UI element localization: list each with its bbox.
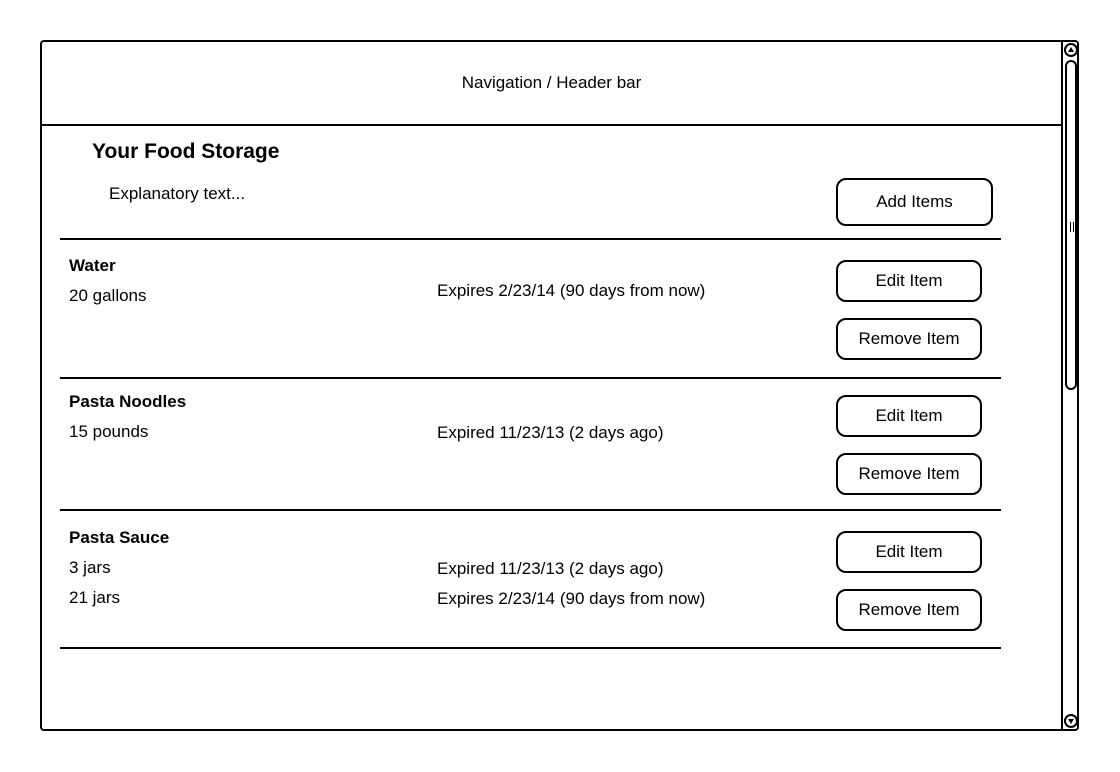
remove-item-button[interactable]: Remove Item [836,589,982,631]
edit-item-button[interactable]: Edit Item [836,395,982,437]
item-expiry: Expired 11/23/13 (2 days ago) [437,559,664,578]
item-expiry: Expires 2/23/14 (90 days from now) [437,589,706,608]
item-quantity: 15 pounds [69,422,149,441]
page-title: Your Food Storage [92,140,280,163]
vertical-scrollbar[interactable] [1061,42,1079,729]
scroll-down-icon[interactable] [1064,714,1078,728]
divider [60,647,1001,649]
navigation-header: Navigation / Header bar [42,42,1061,126]
add-items-button[interactable]: Add Items [836,178,993,226]
app-window: Navigation / Header bar Your Food Storag… [40,40,1079,731]
divider [60,509,1001,511]
header-title: Navigation / Header bar [461,73,642,92]
item-quantity: 20 gallons [69,286,147,305]
edit-item-button[interactable]: Edit Item [836,531,982,573]
edit-item-button[interactable]: Edit Item [836,260,982,302]
item-name: Pasta Noodles [69,392,187,411]
item-quantity: 3 jars [69,558,111,577]
divider [60,377,1001,379]
item-expiry: Expired 11/23/13 (2 days ago) [437,423,664,442]
scroll-up-icon[interactable] [1064,43,1078,57]
remove-item-button[interactable]: Remove Item [836,453,982,495]
grip-icon [1070,222,1074,232]
divider [60,238,1001,240]
explanatory-text: Explanatory text... [109,184,246,203]
scrollbar-thumb[interactable] [1065,60,1077,390]
item-name: Pasta Sauce [69,528,170,547]
item-quantity: 21 jars [69,588,121,607]
item-expiry: Expires 2/23/14 (90 days from now) [437,281,706,300]
item-name: Water [69,256,116,275]
remove-item-button[interactable]: Remove Item [836,318,982,360]
